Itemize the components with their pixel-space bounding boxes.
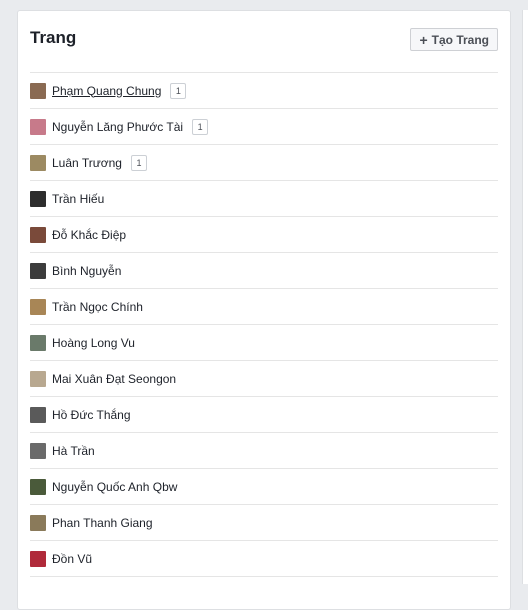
page-name-link[interactable]: Trần Hiếu: [52, 192, 104, 206]
page-name-link[interactable]: Bình Nguyễn: [52, 264, 121, 278]
avatar[interactable]: [30, 514, 46, 531]
list-item[interactable]: Mai Xuân Đạt Seongon: [30, 361, 498, 397]
avatar[interactable]: [30, 478, 46, 495]
page-name-link[interactable]: Phạm Quang Chung: [52, 84, 161, 98]
page-name-link[interactable]: Nguyễn Quốc Anh Qbw: [52, 480, 177, 494]
list-item[interactable]: Hồ Đức Thắng: [30, 397, 498, 433]
page-name-link[interactable]: Hà Trần: [52, 444, 95, 458]
list-item[interactable]: Phạm Quang Chung 1: [30, 73, 498, 109]
avatar[interactable]: [30, 118, 46, 135]
list-item[interactable]: Đồn Vũ: [30, 541, 498, 577]
page-name-link[interactable]: Phan Thanh Giang: [52, 516, 153, 530]
avatar[interactable]: [30, 262, 46, 279]
notification-badge: 1: [130, 154, 147, 171]
create-page-label: Tạo Trang: [431, 32, 489, 47]
avatar[interactable]: [30, 154, 46, 171]
list-item[interactable]: Nguyễn Quốc Anh Qbw: [30, 469, 498, 505]
page-name-link[interactable]: Luân Trương: [52, 156, 122, 170]
create-page-button[interactable]: + Tạo Trang: [410, 28, 498, 51]
panel-header: Trang + Tạo Trang: [30, 11, 498, 71]
list-item[interactable]: Phan Thanh Giang: [30, 505, 498, 541]
list-item[interactable]: Hoàng Long Vu: [30, 325, 498, 361]
list-item[interactable]: Trần Hiếu: [30, 181, 498, 217]
page-name-link[interactable]: Hồ Đức Thắng: [52, 408, 131, 422]
pages-panel: Trang + Tạo Trang Phạm Quang Chung 1 Nguyễ…: [17, 10, 511, 610]
avatar[interactable]: [30, 442, 46, 459]
avatar[interactable]: [30, 190, 46, 207]
page-list: Phạm Quang Chung 1 Nguyễn Lăng Phước Tài 1 L…: [30, 72, 498, 577]
list-item[interactable]: Nguyễn Lăng Phước Tài 1: [30, 109, 498, 145]
notification-badge: 1: [192, 118, 209, 135]
page-name-link[interactable]: Nguyễn Lăng Phước Tài: [52, 120, 183, 134]
avatar[interactable]: [30, 370, 46, 387]
list-item[interactable]: Hà Trần: [30, 433, 498, 469]
avatar[interactable]: [30, 298, 46, 315]
list-item[interactable]: Luân Trương 1: [30, 145, 498, 181]
avatar[interactable]: [30, 334, 46, 351]
page-name-link[interactable]: Trần Ngọc Chính: [52, 300, 143, 314]
avatar[interactable]: [30, 226, 46, 243]
plus-icon: +: [419, 31, 428, 48]
list-item[interactable]: Bình Nguyễn: [30, 253, 498, 289]
page-name-link[interactable]: Đỗ Khắc Điệp: [52, 228, 126, 242]
avatar[interactable]: [30, 406, 46, 423]
avatar[interactable]: [30, 550, 46, 567]
notification-badge: 1: [170, 82, 187, 99]
list-item[interactable]: Trần Ngọc Chính: [30, 289, 498, 325]
page-name-link[interactable]: Mai Xuân Đạt Seongon: [52, 372, 176, 386]
adjacent-panel-edge: [522, 10, 528, 584]
page-name-link[interactable]: Đồn Vũ: [52, 552, 92, 566]
page-name-link[interactable]: Hoàng Long Vu: [52, 336, 135, 350]
avatar[interactable]: [30, 82, 46, 99]
panel-title: Trang: [30, 28, 77, 47]
list-item[interactable]: Đỗ Khắc Điệp: [30, 217, 498, 253]
